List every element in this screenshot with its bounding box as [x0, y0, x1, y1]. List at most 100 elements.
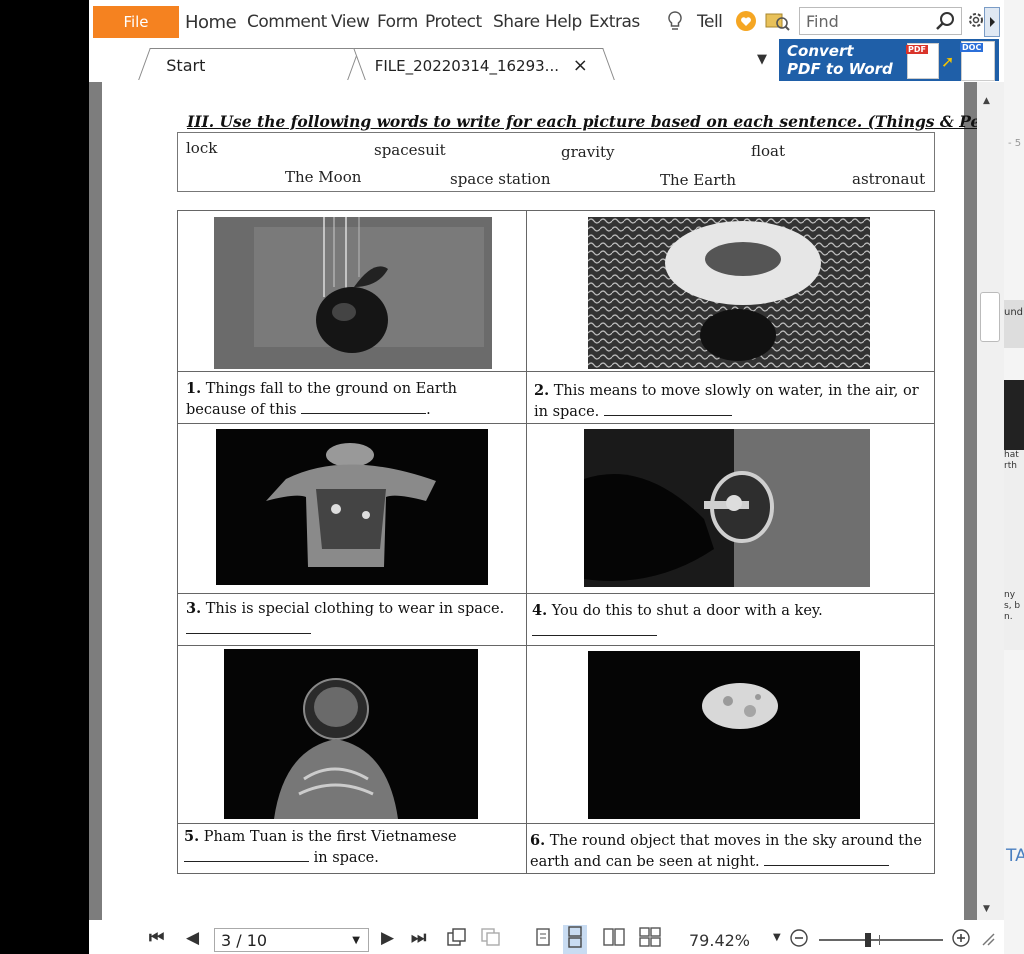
- vertical-scrollbar[interactable]: ▲ ▼: [977, 82, 1004, 920]
- zoom-slider-handle[interactable]: [865, 933, 871, 947]
- answer-blank-5[interactable]: [184, 847, 309, 862]
- scroll-down-icon[interactable]: ▼: [983, 904, 990, 914]
- page-number-input[interactable]: 3 / 10 ▼: [214, 928, 369, 952]
- answer-blank-1[interactable]: [301, 399, 427, 414]
- answer-blank-3[interactable]: [186, 619, 311, 634]
- search-icon[interactable]: [935, 11, 955, 31]
- word-lock: lock: [186, 139, 218, 157]
- question-3: 3. This is special clothing to wear in s…: [186, 599, 521, 640]
- find-input[interactable]: Find: [799, 7, 962, 35]
- pdf-page: III. Use the following words to write fo…: [102, 82, 1024, 920]
- doc-badge: DOC: [960, 43, 984, 52]
- answer-blank-2[interactable]: [603, 401, 732, 416]
- gear-icon[interactable]: [967, 9, 985, 36]
- previous-page-icon[interactable]: ◀: [186, 928, 199, 948]
- tab-list-dropdown-icon[interactable]: ▼: [757, 52, 767, 67]
- question-2-number: 2.: [534, 382, 550, 399]
- doc-file-icon: DOC: [960, 41, 995, 81]
- menu-comment[interactable]: Comment: [247, 12, 327, 32]
- next-page-icon[interactable]: ▶: [381, 928, 394, 948]
- question-5-text: Pham Tuan is the first Vietnamese: [203, 829, 457, 845]
- page-number-value: 3 / 10: [221, 931, 268, 950]
- menu-home[interactable]: Home: [185, 12, 237, 33]
- scroll-up-icon[interactable]: ▲: [983, 96, 990, 106]
- side-fragment-text: hat: [1004, 450, 1019, 460]
- continuous-facing-view-icon[interactable]: [639, 927, 661, 952]
- ribbon-expand-icon[interactable]: [984, 7, 1000, 37]
- question-5-number: 5.: [184, 828, 200, 845]
- answer-blank-4[interactable]: [532, 621, 657, 636]
- resize-grip-icon[interactable]: [979, 930, 995, 951]
- tab-start-label: Start: [166, 56, 206, 75]
- question-2: 2. This means to move slowly on water, i…: [534, 381, 929, 422]
- first-page-icon[interactable]: ⏮: [149, 928, 164, 948]
- arrow-icon: ➚: [941, 52, 955, 71]
- exercise-grid: 1. Things fall to the ground on Earth be…: [177, 210, 935, 874]
- zoom-level[interactable]: 79.42%: [689, 931, 750, 950]
- convert-line2: PDF to Word: [787, 60, 893, 78]
- menu-help[interactable]: Help: [545, 12, 582, 32]
- question-1-number: 1.: [186, 380, 202, 397]
- search-folder-icon[interactable]: [765, 10, 791, 37]
- apple-falling-photo: [214, 217, 492, 369]
- continuous-view-icon[interactable]: [563, 925, 587, 954]
- side-fragment-text: und: [1004, 307, 1024, 318]
- grid-divider: [178, 371, 934, 372]
- feedback-heart-icon[interactable]: [735, 10, 757, 37]
- menu-share[interactable]: Share: [493, 12, 540, 32]
- pdf-badge: PDF: [906, 45, 928, 54]
- menu-bar: File Home Comment View Form Protect Shar…: [89, 0, 1004, 42]
- question-4: 4. You do this to shut a door with a key…: [532, 601, 927, 642]
- page-dropdown-icon[interactable]: ▼: [352, 929, 360, 953]
- question-1: 1. Things fall to the ground on Earth be…: [186, 379, 521, 420]
- question-6: 6. The round object that moves in the sk…: [530, 831, 930, 872]
- zoom-out-icon[interactable]: [789, 928, 809, 953]
- tab-document-label: FILE_20220314_16293...: [374, 57, 559, 75]
- question-5: 5. Pham Tuan is the first Vietnamese in …: [184, 827, 519, 868]
- word-the-earth: The Earth: [660, 171, 737, 189]
- question-4-number: 4.: [532, 602, 548, 619]
- convert-pdf-to-word-button[interactable]: Convert PDF to Word PDF ➚ DOC: [779, 39, 999, 81]
- file-menu-button[interactable]: File: [93, 6, 179, 38]
- menu-view[interactable]: View: [331, 12, 370, 32]
- zoom-dropdown-icon[interactable]: ▼: [773, 932, 781, 943]
- cosmonaut-photo: [224, 649, 478, 819]
- answer-blank-6[interactable]: [764, 851, 890, 866]
- word-astronaut: astronaut: [852, 170, 926, 188]
- menu-extras[interactable]: Extras: [589, 12, 640, 32]
- last-page-icon[interactable]: ⏭: [411, 928, 426, 948]
- grid-divider: [178, 645, 934, 646]
- side-fragment-text: TA: [1006, 846, 1024, 866]
- grid-divider: [178, 593, 934, 594]
- question-5-end: in space.: [313, 850, 379, 866]
- zoom-in-icon[interactable]: [951, 928, 971, 953]
- swim-ring-on-water-photo: [588, 217, 870, 369]
- menu-protect[interactable]: Protect: [425, 12, 482, 32]
- convert-line1: Convert: [787, 42, 854, 60]
- facing-view-icon[interactable]: [603, 927, 625, 952]
- next-view-icon[interactable]: [480, 927, 502, 952]
- tab-close-button[interactable]: ×: [573, 49, 588, 83]
- question-3-text: This is special clothing to wear in spac…: [205, 601, 505, 617]
- side-text-block: hat rth: [1004, 450, 1024, 590]
- grid-divider: [526, 211, 527, 873]
- side-fragment-text: n.: [1004, 612, 1013, 622]
- tell-me-label[interactable]: Tell: [697, 12, 723, 32]
- question-3-number: 3.: [186, 600, 202, 617]
- word-the-moon: The Moon: [285, 168, 362, 186]
- scroll-thumb[interactable]: [980, 292, 1000, 342]
- previous-view-icon[interactable]: [446, 927, 468, 952]
- word-space-station: space station: [450, 170, 551, 188]
- spacesuit-photo: [216, 429, 488, 585]
- pdf-file-icon: PDF: [906, 43, 939, 79]
- question-4-text: You do this to shut a door with a key.: [551, 603, 823, 619]
- single-page-view-icon[interactable]: [535, 927, 551, 952]
- menu-form[interactable]: Form: [377, 12, 418, 32]
- lightbulb-icon[interactable]: [667, 11, 683, 36]
- document-viewport[interactable]: III. Use the following words to write fo…: [89, 82, 1024, 920]
- grid-divider: [178, 823, 934, 824]
- zoom-slider[interactable]: [819, 933, 943, 947]
- find-placeholder: Find: [806, 12, 839, 31]
- tab-document[interactable]: FILE_20220314_16293... ×: [353, 48, 615, 80]
- tab-start[interactable]: Start: [138, 48, 360, 80]
